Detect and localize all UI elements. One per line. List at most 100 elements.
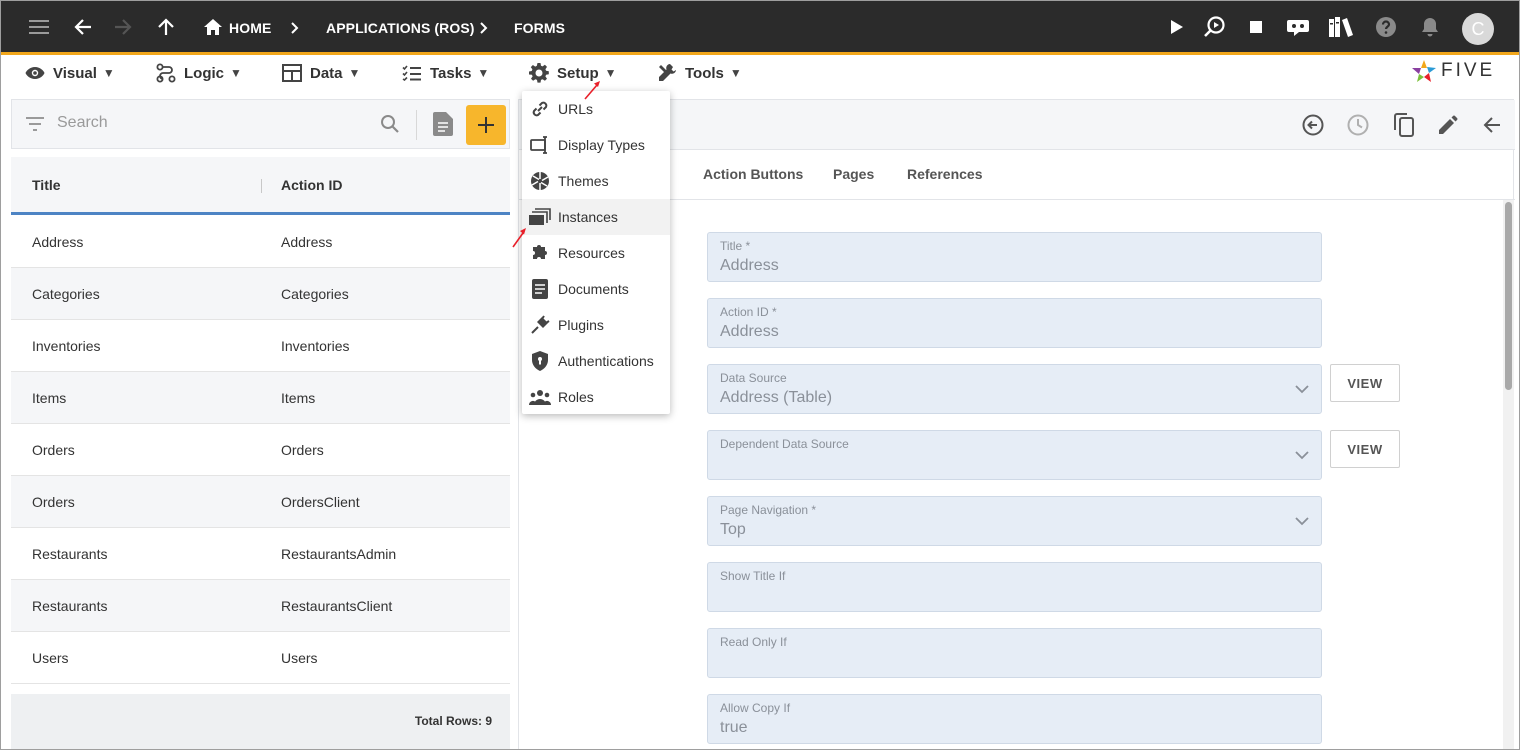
notifications-bell-icon[interactable] <box>1416 13 1444 41</box>
table-row[interactable]: Orders Orders <box>11 424 510 476</box>
menu-visual[interactable]: Visual ▼ <box>25 55 115 91</box>
debug-search-icon[interactable] <box>1201 13 1229 41</box>
menu-visual-label: Visual <box>53 64 97 82</box>
field-value: true <box>720 719 748 736</box>
filter-icon[interactable] <box>25 116 45 137</box>
back-arrow-icon[interactable] <box>69 13 97 41</box>
action-id-field[interactable]: Action ID * Address <box>707 298 1322 348</box>
menu-item-instances[interactable]: Instances <box>522 199 670 235</box>
home-icon[interactable] <box>199 13 227 41</box>
caret-down-icon: ▼ <box>729 66 742 80</box>
table-header: Title Action ID <box>11 157 510 215</box>
menu-item-label: URLs <box>558 101 594 117</box>
menu-tools[interactable]: Tools ▼ <box>657 55 742 91</box>
column-header-action-id[interactable]: Action ID <box>281 177 342 193</box>
table-row[interactable]: Items Items <box>11 372 510 424</box>
menu-data[interactable]: Data ▼ <box>282 55 360 91</box>
cell-action-id: Users <box>281 650 318 666</box>
hamburger-menu-icon[interactable] <box>25 13 53 41</box>
cell-action-id: RestaurantsAdmin <box>281 546 397 562</box>
shield-icon <box>522 351 558 371</box>
menu-logic[interactable]: Logic ▼ <box>156 55 242 91</box>
menu-item-label: Themes <box>558 173 609 189</box>
menu-item-plugins[interactable]: Plugins <box>522 307 670 343</box>
table-row[interactable]: Address Address <box>11 216 510 268</box>
stop-icon[interactable] <box>1242 13 1270 41</box>
menu-item-roles[interactable]: Roles <box>522 379 670 415</box>
cell-action-id: Orders <box>281 442 324 458</box>
search-icon[interactable] <box>380 114 400 139</box>
add-button[interactable] <box>466 105 506 145</box>
copy-icon[interactable] <box>1390 111 1418 139</box>
document-icon[interactable] <box>433 112 453 141</box>
up-arrow-icon[interactable] <box>152 13 180 41</box>
caret-down-icon: ▼ <box>230 66 242 80</box>
menu-item-label: Authentications <box>558 353 654 369</box>
field-label: Action ID * <box>720 305 777 319</box>
allow-copy-if-field[interactable]: Allow Copy If true <box>707 694 1322 744</box>
task-list-icon <box>402 65 421 81</box>
table-row[interactable]: Inventories Inventories <box>11 320 510 372</box>
logo-text: FIVE <box>1441 60 1496 81</box>
tab-references[interactable]: References <box>907 166 983 182</box>
help-icon[interactable] <box>1372 13 1400 41</box>
table-row[interactable]: Users Users <box>11 632 510 684</box>
user-avatar[interactable]: C <box>1462 13 1494 45</box>
menu-item-resources[interactable]: Resources <box>522 235 670 271</box>
field-value: Address (Table) <box>720 389 833 406</box>
caret-down-icon: ▼ <box>102 66 115 80</box>
cell-action-id: RestaurantsClient <box>281 598 393 614</box>
menu-tasks[interactable]: Tasks ▼ <box>402 55 489 91</box>
table-row[interactable]: Categories Categories <box>11 268 510 320</box>
scrollbar-thumb[interactable] <box>1505 202 1512 390</box>
menu-item-authentications[interactable]: Authentications <box>522 343 670 379</box>
table-footer: Total Rows: 9 <box>11 694 510 749</box>
forms-list-panel: Search Title Action ID Address Address Ca… <box>11 99 510 749</box>
annotation-arrow-icon <box>512 228 526 248</box>
data-source-select[interactable]: Data Source Address (Table) <box>707 364 1322 414</box>
breadcrumb-forms[interactable]: FORMS <box>514 1 565 55</box>
view-data-source-button[interactable]: VIEW <box>1330 364 1400 402</box>
dependent-data-source-select[interactable]: Dependent Data Source <box>707 430 1322 480</box>
view-dependent-data-source-button[interactable]: VIEW <box>1330 430 1400 468</box>
tab-pages[interactable]: Pages <box>833 166 874 182</box>
eye-icon <box>25 67 45 79</box>
field-label: Dependent Data Source <box>720 437 849 451</box>
menu-item-documents[interactable]: Documents <box>522 271 670 307</box>
caret-down-icon: ▼ <box>477 66 490 80</box>
edit-pencil-icon[interactable] <box>1434 111 1462 139</box>
search-input[interactable]: Search <box>57 114 108 132</box>
cell-title: Users <box>32 650 69 666</box>
table-row[interactable]: Orders OrdersClient <box>11 476 510 528</box>
column-header-title[interactable]: Title <box>32 177 61 193</box>
field-label: Allow Copy If <box>720 701 791 715</box>
search-bar: Search <box>11 99 510 149</box>
scrollbar[interactable] <box>1503 200 1514 749</box>
cell-title: Items <box>32 390 67 406</box>
forward-arrow-icon[interactable] <box>109 13 137 41</box>
table-row[interactable]: Restaurants RestaurantsClient <box>11 580 510 632</box>
chevron-down-icon <box>1295 447 1309 465</box>
cell-action-id: OrdersClient <box>281 494 360 510</box>
menu-item-label: Resources <box>558 245 625 261</box>
read-only-if-field[interactable]: Read Only If <box>707 628 1322 678</box>
table-row[interactable]: Restaurants RestaurantsAdmin <box>11 528 510 580</box>
chat-bot-icon[interactable] <box>1284 13 1312 41</box>
back-arrow-icon[interactable] <box>1478 111 1506 139</box>
history-clock-icon[interactable] <box>1344 111 1372 139</box>
tab-action-buttons[interactable]: Action Buttons <box>703 166 803 182</box>
menu-item-label: Roles <box>558 389 594 405</box>
show-title-if-field[interactable]: Show Title If <box>707 562 1322 612</box>
restore-icon[interactable] <box>1299 111 1327 139</box>
breadcrumb-home[interactable]: HOME <box>229 1 271 55</box>
menu-item-themes[interactable]: Themes <box>522 163 670 199</box>
library-books-icon[interactable] <box>1327 13 1355 41</box>
breadcrumb-applications[interactable]: APPLICATIONS (ROS) <box>326 1 475 55</box>
page-navigation-select[interactable]: Page Navigation * Top <box>707 496 1322 546</box>
chevron-down-icon <box>1295 381 1309 399</box>
menu-item-label: Instances <box>558 209 618 225</box>
menu-item-display-types[interactable]: Display Types <box>522 127 670 163</box>
play-icon[interactable] <box>1163 13 1191 41</box>
menu-item-label: Documents <box>558 281 629 297</box>
title-field[interactable]: Title * Address <box>707 232 1322 282</box>
